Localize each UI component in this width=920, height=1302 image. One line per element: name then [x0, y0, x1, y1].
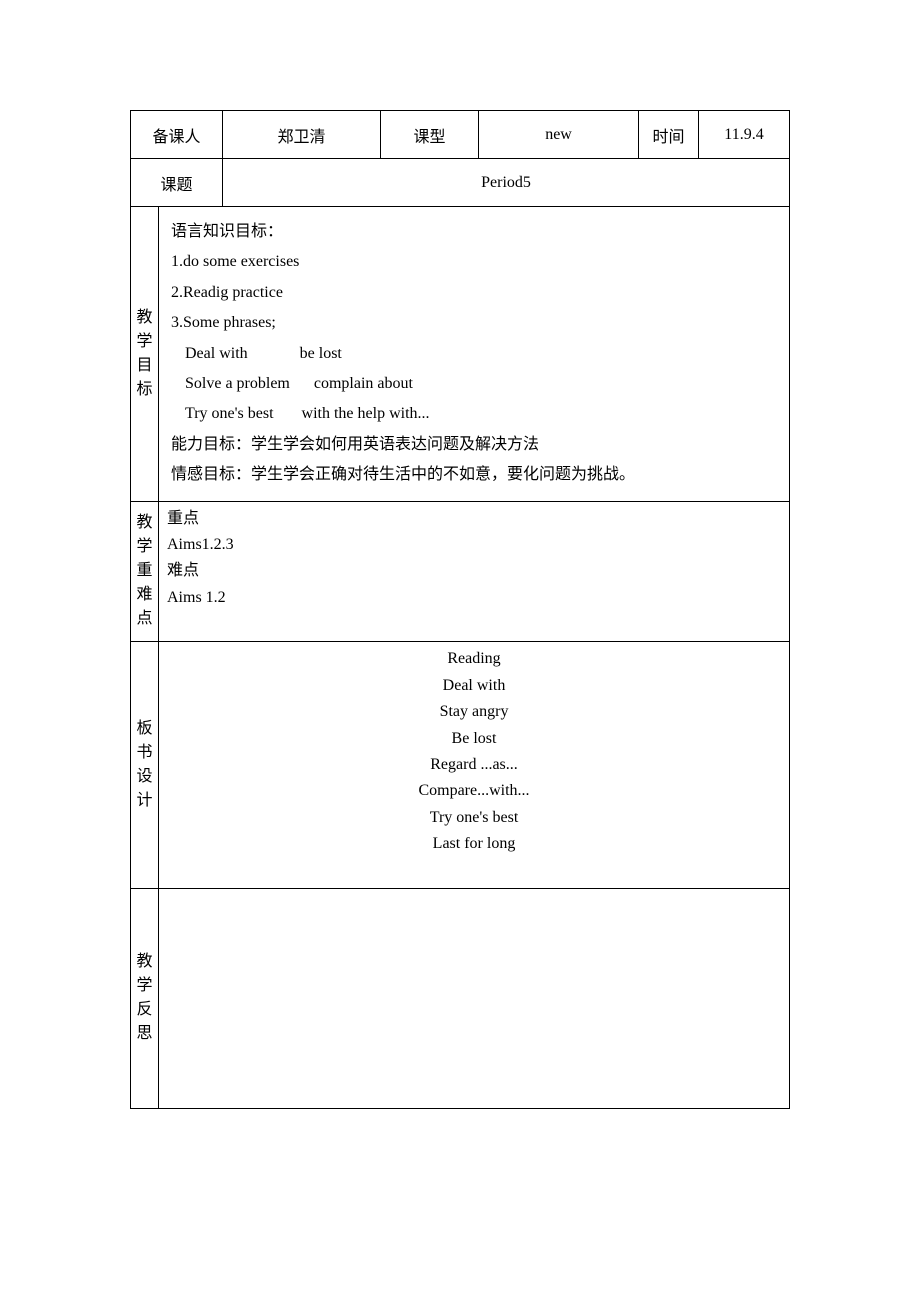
phrase-3b: with the help with...	[302, 405, 430, 422]
topic-row: 课题 Period5	[131, 159, 790, 207]
focus-line-3: 难点	[167, 558, 781, 584]
focus-line-2: Aims1.2.3	[167, 532, 781, 558]
time-value: 11.9.4	[699, 111, 790, 159]
phrase-3a: Try one's best	[185, 405, 274, 422]
focus-content: 重点 Aims1.2.3 难点 Aims 1.2	[159, 501, 790, 642]
reflection-row: 教学反思	[131, 888, 790, 1108]
board-line-1: Reading	[171, 646, 777, 672]
board-line-4: Be lost	[171, 726, 777, 752]
board-line-6: Compare...with...	[171, 778, 777, 804]
phrase-2a: Solve a problem	[185, 375, 290, 392]
phrase-1b: be lost	[300, 345, 342, 362]
objectives-row: 教学目标 语言知识目标： 1.do some exercises 2.Readi…	[131, 207, 790, 502]
phrase-row-3: Try one's best with the help with...	[171, 399, 777, 429]
focus-line-1: 重点	[167, 506, 781, 532]
preparer-value: 郑卫清	[223, 111, 381, 159]
ability-goal: 能力目标：学生学会如何用英语表达问题及解决方法	[171, 430, 777, 460]
phrase-1a: Deal with	[185, 345, 248, 362]
type-value: new	[479, 111, 639, 159]
reflection-label: 教学反思	[131, 888, 159, 1108]
objective-item-1: 1.do some exercises	[171, 247, 777, 277]
focus-line-4: Aims 1.2	[167, 585, 781, 611]
board-line-2: Deal with	[171, 673, 777, 699]
type-label: 课型	[381, 111, 479, 159]
focus-row: 教学重难点 重点 Aims1.2.3 难点 Aims 1.2	[131, 501, 790, 642]
phrase-row-2: Solve a problem complain about	[171, 369, 777, 399]
board-line-8: Last for long	[171, 831, 777, 857]
preparer-label: 备课人	[131, 111, 223, 159]
objective-item-3: 3.Some phrases;	[171, 308, 777, 338]
board-row: 板书设计 Reading Deal with Stay angry Be los…	[131, 642, 790, 888]
board-line-3: Stay angry	[171, 699, 777, 725]
phrase-row-1: Deal with be lost	[171, 339, 777, 369]
reflection-content	[159, 888, 790, 1108]
board-line-7: Try one's best	[171, 805, 777, 831]
topic-value: Period5	[223, 159, 790, 207]
objectives-content: 语言知识目标： 1.do some exercises 2.Readig pra…	[159, 207, 790, 502]
time-label: 时间	[639, 111, 699, 159]
objectives-label: 教学目标	[131, 207, 159, 502]
topic-label: 课题	[131, 159, 223, 207]
knowledge-header: 语言知识目标：	[171, 217, 777, 247]
lesson-plan-table: 备课人 郑卫清 课型 new 时间 11.9.4 课题 Period5 教学目标…	[130, 110, 790, 1109]
objective-item-2: 2.Readig practice	[171, 278, 777, 308]
board-label: 板书设计	[131, 642, 159, 888]
emotion-goal: 情感目标：学生学会正确对待生活中的不如意，要化问题为挑战。	[171, 460, 777, 490]
board-content: Reading Deal with Stay angry Be lost Reg…	[159, 642, 790, 888]
focus-label: 教学重难点	[131, 501, 159, 642]
board-line-5: Regard ...as...	[171, 752, 777, 778]
phrase-2b: complain about	[314, 375, 413, 392]
header-row: 备课人 郑卫清 课型 new 时间 11.9.4	[131, 111, 790, 159]
